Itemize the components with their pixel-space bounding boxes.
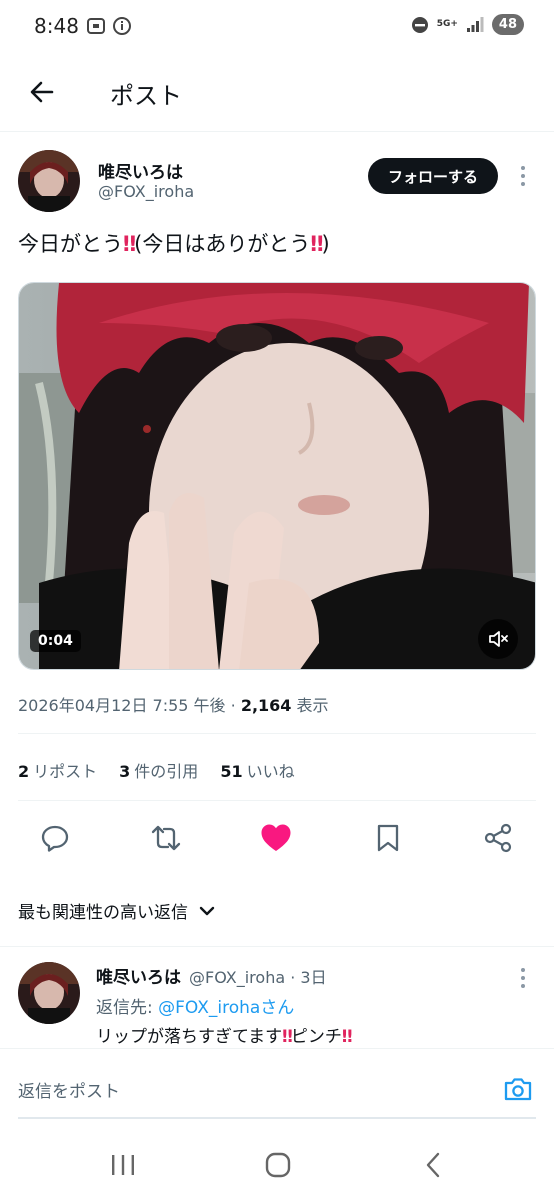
- double-exclamation-emoji: ‼: [123, 232, 136, 256]
- video-thumbnail: [19, 283, 535, 669]
- reply-button[interactable]: [33, 816, 77, 860]
- reply-sort-label: 最も関連性の高い返信: [18, 903, 188, 923]
- double-exclamation-emoji: ‼: [282, 1027, 293, 1047]
- quotes-count: 3: [119, 762, 131, 781]
- do-not-disturb-icon: [411, 16, 428, 33]
- divider: [18, 800, 536, 801]
- status-right-icons: 5G+ 48: [411, 14, 524, 35]
- quotes-label: 件の引用: [134, 762, 199, 781]
- reply-to-link[interactable]: @FOX_irohaさん: [158, 998, 294, 1018]
- camera-icon: [504, 1078, 532, 1101]
- battery-indicator: 48: [491, 14, 524, 35]
- signal-icon: [466, 16, 484, 32]
- reply-avatar[interactable]: [18, 962, 80, 1024]
- divider: [18, 733, 536, 734]
- mute-button[interactable]: [478, 619, 518, 659]
- reply-text: リップが落ちすぎてます‼ピンチ‼: [96, 1022, 353, 1047]
- reply-author-name[interactable]: 唯尽いろは: [96, 963, 181, 988]
- chevron-left-icon: [426, 1152, 440, 1178]
- reply-more-options-icon[interactable]: [520, 968, 526, 988]
- arrow-left-icon: [30, 81, 54, 103]
- page-title: ポスト: [110, 82, 182, 110]
- double-exclamation-emoji: ‼: [341, 1027, 353, 1047]
- double-exclamation-emoji: ‼: [310, 232, 323, 256]
- home-icon: [265, 1152, 291, 1178]
- recent-apps-icon: [112, 1155, 134, 1175]
- reply-handle-time[interactable]: @FOX_iroha · 3日: [189, 964, 327, 988]
- like-button[interactable]: [254, 816, 298, 860]
- tweet-text-part: 今日がとう: [18, 232, 123, 256]
- chevron-down-icon: [199, 906, 215, 915]
- reply-text-part: リップが落ちすぎてます: [96, 1027, 283, 1047]
- reply-input[interactable]: 返信をポスト: [18, 1077, 120, 1102]
- status-bar: 8:48 5G+ 48: [0, 0, 554, 56]
- reposts-count: 2: [18, 762, 30, 781]
- avatar-image: [18, 150, 80, 212]
- tweet-meta: 2026年04月12日 7:55 午後 · 2,164 表示: [18, 692, 329, 716]
- status-notification-icons: [86, 16, 132, 36]
- system-nav-bar: [0, 1130, 554, 1200]
- repost-button[interactable]: [144, 816, 188, 860]
- reposts-label: リポスト: [33, 762, 98, 781]
- compose-underline: [18, 1117, 536, 1119]
- tweet-text-part: ): [321, 232, 330, 256]
- bookmark-icon: [377, 824, 399, 852]
- speaker-muted-icon: [489, 631, 508, 647]
- camera-button[interactable]: [498, 1071, 538, 1107]
- tweet-timestamp[interactable]: 2026年04月12日 7:55 午後: [18, 696, 226, 715]
- video-duration-badge: 0:04: [30, 630, 81, 652]
- screenshot-icon: [87, 18, 105, 34]
- meta-separator: ·: [225, 696, 241, 715]
- heart-filled-icon: [261, 824, 291, 851]
- back-button[interactable]: [22, 72, 62, 112]
- tweet-video[interactable]: [18, 282, 536, 670]
- author-name[interactable]: 唯尽いろは: [98, 158, 183, 183]
- reply-to-line: 返信先: @FOX_irohaさん: [96, 993, 294, 1018]
- reply-text-part: ピンチ: [290, 1027, 342, 1047]
- reply-icon: [41, 825, 69, 852]
- recent-apps-button[interactable]: [103, 1148, 143, 1182]
- system-back-button[interactable]: [413, 1148, 453, 1182]
- avatar-image: [18, 962, 80, 1024]
- views-count: 2,164: [240, 696, 292, 715]
- app-header: ポスト: [0, 56, 554, 132]
- home-button[interactable]: [258, 1148, 298, 1182]
- quotes-stat[interactable]: 3 件の引用: [119, 758, 198, 782]
- follow-button[interactable]: フォローする: [368, 158, 498, 194]
- reply-sort-selector[interactable]: 最も関連性の高い返信: [18, 898, 216, 923]
- bookmark-button[interactable]: [366, 816, 410, 860]
- reply-compose-bar: 返信をポスト: [0, 1048, 554, 1119]
- engagement-stats: 2 リポスト 3 件の引用 51 いいね: [18, 758, 295, 782]
- likes-label: いいね: [246, 762, 295, 781]
- share-icon: [484, 823, 512, 853]
- reposts-stat[interactable]: 2 リポスト: [18, 758, 97, 782]
- likes-count: 51: [220, 762, 243, 781]
- likes-stat[interactable]: 51 いいね: [220, 758, 294, 782]
- info-icon: [113, 17, 131, 35]
- views-label: 表示: [291, 696, 329, 715]
- author-avatar[interactable]: [18, 150, 80, 212]
- share-button[interactable]: [476, 816, 520, 860]
- tweet-actions: [0, 812, 554, 862]
- repost-icon: [151, 825, 181, 851]
- status-time: 8:48: [34, 14, 79, 38]
- tweet-text-part: (今日はありがとう: [134, 232, 311, 256]
- divider: [0, 946, 554, 947]
- tweet-text: 今日がとう‼(今日はありがとう‼): [18, 228, 330, 258]
- network-type: 5G+: [436, 19, 458, 29]
- author-handle[interactable]: @FOX_iroha: [98, 182, 194, 201]
- tweet-more-options-icon[interactable]: [520, 166, 526, 186]
- reply-to-prefix: 返信先:: [96, 998, 159, 1018]
